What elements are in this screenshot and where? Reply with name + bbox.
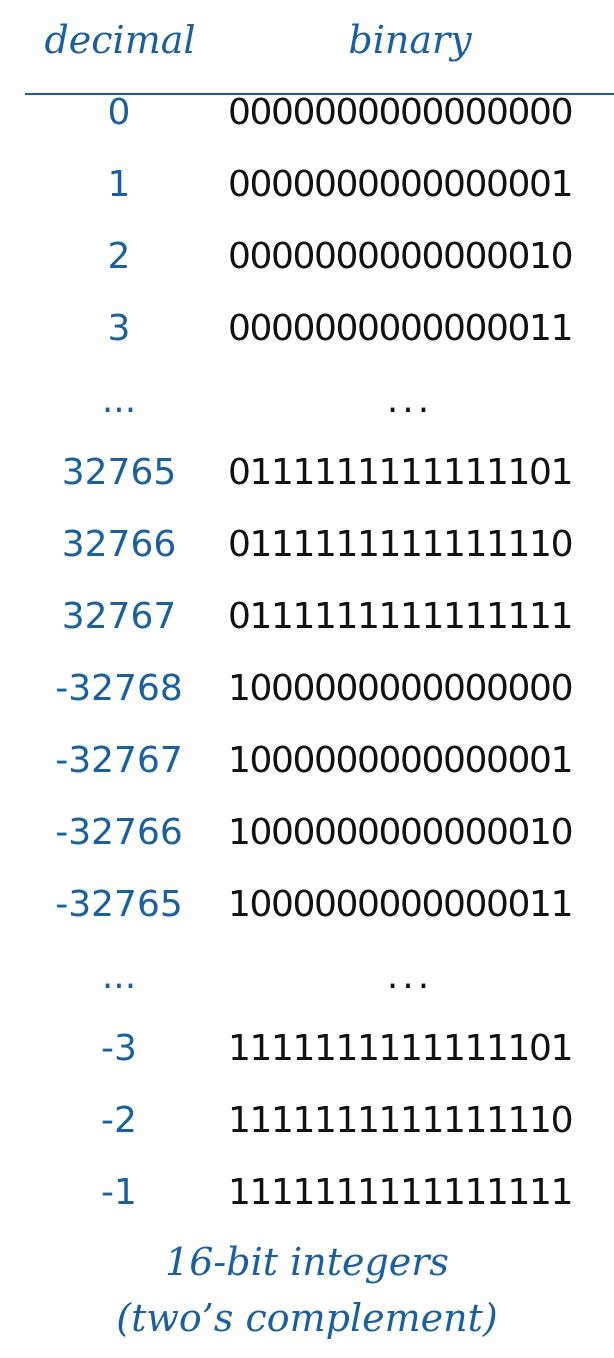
table-row: 32765 0111111111111101 (0, 440, 614, 512)
table-row: 0 0000000000000000 (0, 80, 614, 152)
binary-ellipsis: ... (386, 956, 434, 997)
table-row: -32766 1000000000000010 (0, 800, 614, 872)
decimal-cell: 32766 (61, 524, 177, 565)
binary-cell: 0111111111111110 (228, 524, 573, 565)
table-row: 32766 0111111111111110 (0, 512, 614, 584)
table-row: -32765 1000000000000011 (0, 872, 614, 944)
ellipsis-row: ... ... (0, 368, 614, 440)
table-header: decimal binary (0, 18, 614, 95)
binary-cell: 0111111111111111 (228, 596, 573, 637)
binary-cell: 0111111111111101 (228, 452, 573, 493)
table-row: -1 1111111111111111 (0, 1160, 614, 1232)
decimal-cell: -1 (101, 1172, 137, 1213)
binary-cell: 1000000000000000 (228, 668, 573, 709)
decimal-cell: -32768 (55, 668, 183, 709)
figure-caption-title: 16-bit integers (165, 1240, 449, 1284)
figure-caption-subtitle: (two’s complement) (116, 1296, 498, 1340)
table-row: -2 1111111111111110 (0, 1088, 614, 1160)
table-row: 3 0000000000000011 (0, 296, 614, 368)
binary-ellipsis: ... (386, 380, 434, 421)
table-row: 1 0000000000000001 (0, 152, 614, 224)
binary-cell: 1111111111111110 (228, 1100, 573, 1141)
table-row: 32767 0111111111111111 (0, 584, 614, 656)
decimal-cell: 3 (107, 308, 131, 349)
decimal-cell: 0 (107, 92, 131, 133)
decimal-cell: -32767 (55, 740, 183, 781)
decimal-ellipsis: ... (101, 380, 137, 421)
decimal-cell: 1 (107, 164, 131, 205)
integer-table-figure: decimal binary 0 0000000000000000 1 0000… (0, 0, 614, 1358)
decimal-cell: 32767 (61, 596, 177, 637)
decimal-cell: -3 (101, 1028, 137, 1069)
binary-cell: 0000000000000010 (228, 236, 573, 277)
binary-cell: 1111111111111111 (228, 1172, 573, 1213)
decimal-column-header: decimal (44, 18, 196, 62)
table-row: 2 0000000000000010 (0, 224, 614, 296)
table-row: -32767 1000000000000001 (0, 728, 614, 800)
decimal-cell: 2 (107, 236, 131, 277)
decimal-cell: 32765 (61, 452, 177, 493)
binary-cell: 1000000000000001 (228, 740, 573, 781)
binary-cell: 0000000000000001 (228, 164, 573, 205)
decimal-cell: -32765 (55, 884, 183, 925)
ellipsis-row: ... ... (0, 944, 614, 1016)
binary-cell: 1000000000000011 (228, 884, 573, 925)
table-row: -32768 1000000000000000 (0, 656, 614, 728)
decimal-ellipsis: ... (101, 956, 137, 997)
binary-column-header: binary (348, 18, 472, 62)
table-row: -3 1111111111111101 (0, 1016, 614, 1088)
binary-cell: 0000000000000000 (228, 92, 573, 133)
binary-cell: 1000000000000010 (228, 812, 573, 853)
decimal-cell: -32766 (55, 812, 183, 853)
binary-cell: 1111111111111101 (228, 1028, 573, 1069)
binary-cell: 0000000000000011 (228, 308, 573, 349)
table-body: 0 0000000000000000 1 0000000000000001 2 … (0, 80, 614, 1232)
decimal-cell: -2 (101, 1100, 137, 1141)
